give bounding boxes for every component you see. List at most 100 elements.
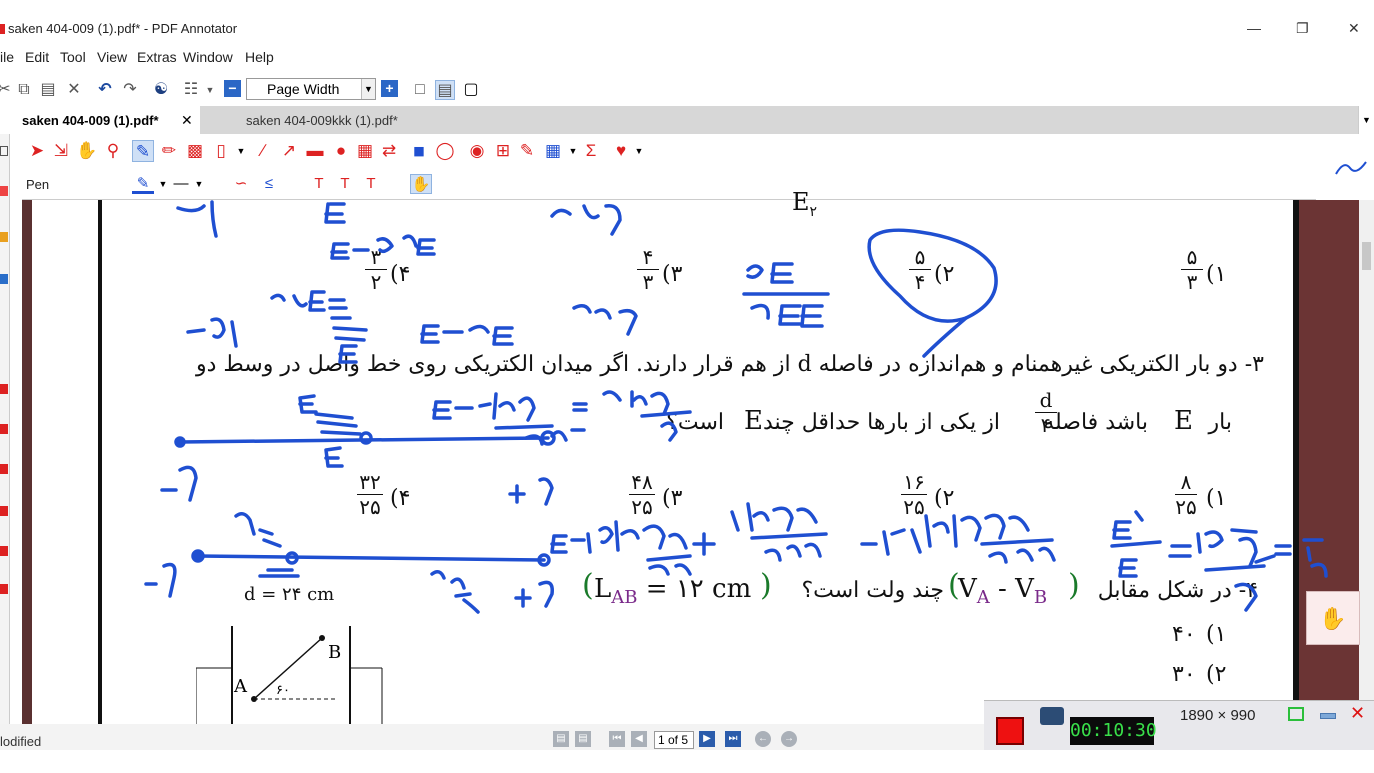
polyline-icon[interactable]: ▦ — [354, 140, 376, 162]
print-icon[interactable]: ☷ — [181, 80, 201, 100]
ruler-icon[interactable]: ✎ — [516, 140, 538, 162]
highlighter-icon[interactable]: ✏ — [158, 140, 180, 162]
menu-help[interactable]: Help — [245, 49, 274, 65]
question-3-line-2: بار E باشد فاصله d۴ از یکی از بارها حداق… — [666, 388, 1232, 437]
camera-icon[interactable]: ◉ — [466, 140, 488, 162]
page-layout-2-icon[interactable]: ▤ — [575, 731, 591, 747]
app-window: saken 404-009 (1).pdf* - PDF Annotator —… — [0, 0, 1374, 773]
zoom-in-button[interactable]: + — [381, 80, 398, 97]
single-page-icon[interactable]: □ — [410, 80, 430, 100]
region-icon[interactable] — [1288, 707, 1304, 721]
link-icon[interactable] — [0, 274, 8, 284]
hand-tool-button[interactable]: ✋ — [1306, 591, 1360, 645]
q2-option-4-fraction: ۳۲ — [362, 245, 390, 294]
scrollbar-thumb[interactable] — [1362, 242, 1371, 270]
crop-icon[interactable]: ⊞ — [492, 140, 514, 162]
text-squiggle-icon[interactable]: T — [334, 174, 356, 194]
previous-page-icon[interactable]: ◀ — [631, 731, 647, 747]
menu-window[interactable]: Window — [183, 49, 233, 65]
highlighter-icon[interactable] — [0, 464, 8, 474]
undo-icon[interactable]: ↶ — [95, 80, 115, 100]
select-arrow-icon[interactable]: ➤ — [26, 140, 48, 162]
menu-view[interactable]: View — [97, 49, 127, 65]
zoom-icon[interactable]: ⚲ — [102, 140, 124, 162]
zoom-out-button[interactable]: − — [224, 80, 241, 97]
measure-icon[interactable]: ⇄ — [378, 140, 400, 162]
paste-icon[interactable]: ▤ — [38, 80, 58, 100]
rectangle-icon[interactable]: ▬ — [304, 140, 326, 162]
pen-color-icon[interactable]: ✎ — [132, 174, 154, 194]
page-edge-left — [22, 200, 32, 724]
ink-preview-icon — [1335, 161, 1367, 175]
menu-extras[interactable]: Extras — [137, 49, 177, 65]
menu-edit[interactable]: Edit — [25, 49, 49, 65]
line-icon[interactable]: ∕ — [252, 140, 274, 162]
touch-draw-icon[interactable]: ✋ — [410, 174, 432, 194]
close-window-button[interactable]: ✕ — [1348, 20, 1360, 37]
cut-icon[interactable]: ✂ — [0, 80, 14, 100]
fullscreen-icon[interactable]: ▢ — [461, 80, 481, 100]
tab-document-1[interactable]: saken 404-009 (1).pdf* ✕ — [0, 106, 200, 134]
close-icon[interactable]: ✕ — [181, 112, 193, 129]
record-button[interactable] — [996, 717, 1024, 745]
page-layout-icon[interactable]: ▤ — [553, 731, 569, 747]
forward-icon[interactable]: → — [781, 731, 797, 747]
stamp-dropdown-icon[interactable]: ▼ — [230, 140, 252, 162]
continuous-page-icon[interactable]: ▤ — [435, 80, 455, 100]
find-icon[interactable]: ☯ — [151, 80, 171, 100]
straighten-icon[interactable]: ≤ — [258, 174, 280, 194]
page-number-input[interactable]: 1 of 5 — [654, 731, 694, 749]
tab-document-2[interactable]: saken 404-009kkk (1).pdf* — [224, 106, 444, 134]
figure-distance-label: d = ۲۴ cm — [244, 584, 335, 605]
sum-icon[interactable]: Σ — [580, 140, 602, 162]
text-underline-icon[interactable]: T — [308, 174, 330, 194]
favorite-icon[interactable] — [0, 384, 8, 394]
text-strikeout-icon[interactable]: T — [360, 174, 382, 194]
arrow-icon[interactable] — [0, 584, 8, 594]
pen-icon[interactable] — [0, 424, 8, 434]
pen-tool-icon[interactable]: ✎ — [132, 140, 154, 162]
pen-icon[interactable] — [0, 186, 8, 196]
close-recorder-button[interactable]: ✕ — [1350, 703, 1365, 724]
ellipse-icon[interactable]: ● — [330, 140, 352, 162]
vertical-scrollbar[interactable] — [1359, 200, 1374, 724]
top-fragment: E۲ — [792, 188, 818, 220]
zoom-select[interactable]: Page Width ▼ — [246, 78, 376, 100]
menu-file[interactable]: ile — [0, 49, 14, 65]
folder-icon[interactable] — [0, 232, 8, 242]
redo-icon[interactable]: ↷ — [120, 80, 140, 100]
tab-list-dropdown[interactable]: ▼ — [1358, 106, 1374, 134]
smooth-stroke-icon[interactable]: ∽ — [230, 174, 252, 194]
left-sidebar — [0, 134, 10, 724]
panel-icon[interactable] — [0, 146, 8, 156]
delete-icon[interactable]: ✕ — [64, 80, 84, 100]
menu-tool[interactable]: Tool — [60, 49, 86, 65]
first-page-icon[interactable]: ⏮ — [609, 731, 625, 747]
text-box-icon[interactable] — [0, 506, 8, 516]
restore-button[interactable]: ❐ — [1296, 20, 1309, 37]
minimize-recorder-button[interactable] — [1320, 713, 1336, 719]
copy-icon[interactable]: ⧉ — [14, 80, 34, 100]
current-tool-label: Pen — [26, 177, 50, 192]
line-style-dropdown-icon[interactable]: ▼ — [188, 174, 210, 194]
lasso-icon[interactable]: ◯ — [434, 140, 456, 162]
eraser-icon[interactable]: ◾ — [408, 140, 430, 162]
hand-icon[interactable]: ✋ — [76, 140, 98, 162]
print-dropdown-icon[interactable]: ▼ — [200, 80, 220, 100]
screen-recorder: 00:10:30 1890 × 990 ✕ — [984, 700, 1374, 750]
q3-option-1-label: (۱ — [1206, 486, 1227, 511]
favorites-dropdown-icon[interactable]: ▼ — [628, 140, 650, 162]
app-icon — [0, 24, 5, 34]
last-page-icon[interactable]: ⏭ — [725, 731, 741, 747]
stamp-icon[interactable] — [0, 546, 8, 556]
next-page-icon[interactable]: ▶ — [699, 731, 715, 747]
q3-option-2-label: (۲ — [934, 486, 955, 511]
image-icon[interactable]: ▦ — [542, 140, 564, 162]
select-area-icon[interactable]: ⇲ — [50, 140, 72, 162]
stamp-icon[interactable]: ▯ — [210, 140, 232, 162]
arrow-icon[interactable]: ↗ — [278, 140, 300, 162]
back-icon[interactable]: ← — [755, 731, 771, 747]
text-box-icon[interactable]: ▩ — [184, 140, 206, 162]
minimize-button[interactable]: — — [1247, 20, 1261, 36]
camera-icon[interactable] — [1040, 707, 1064, 725]
